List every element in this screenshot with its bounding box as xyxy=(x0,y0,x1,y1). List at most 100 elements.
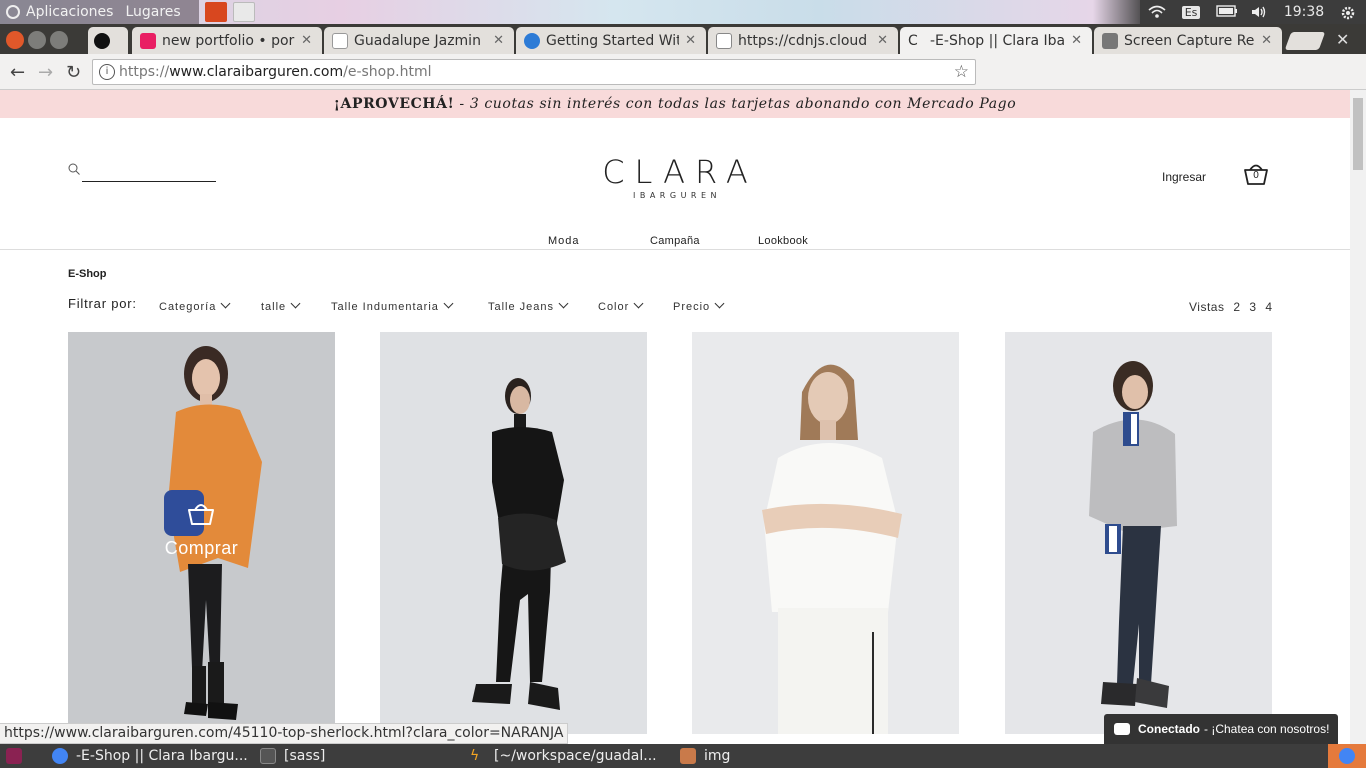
tab-title: https://cdnjs.cloud xyxy=(738,32,868,49)
sublime-icon: ϟ xyxy=(470,748,480,764)
forward-arrow-icon[interactable]: → xyxy=(38,62,53,83)
taskbar-terminal-window[interactable]: [sass] xyxy=(260,744,325,768)
cart-count: 0 xyxy=(1253,170,1259,181)
chevron-down-icon xyxy=(558,298,569,309)
search-input[interactable] xyxy=(82,181,216,182)
os-top-panel: Aplicaciones Lugares Es 19:38 xyxy=(0,0,1366,24)
logo-main: CLARA xyxy=(602,153,758,191)
taskbar-editor-window[interactable]: ϟ [~/workspace/guadal... xyxy=(470,744,657,768)
spotify-icon xyxy=(94,32,110,49)
nav-campana[interactable]: Campaña xyxy=(650,235,700,247)
filter-talle-indumentaria[interactable]: Talle Indumentaria xyxy=(331,298,454,313)
filter-categoria[interactable]: Categoría xyxy=(159,298,231,313)
brand-logo[interactable]: CLARA IBARGUREN xyxy=(575,153,775,200)
filter-label: Filtrar por: xyxy=(68,296,137,311)
tab-title: Screen Capture Res xyxy=(1124,32,1256,49)
filter-talle-jeans[interactable]: Talle Jeans xyxy=(488,298,569,313)
tab-close-icon[interactable]: ✕ xyxy=(1071,33,1082,48)
menu-lugares[interactable]: Lugares xyxy=(125,4,180,20)
taskbar-item-label: [sass] xyxy=(284,748,326,764)
tab-close-icon[interactable]: ✕ xyxy=(685,33,696,48)
nav-lookbook[interactable]: Lookbook xyxy=(758,235,808,247)
wifi-icon[interactable] xyxy=(1148,5,1166,19)
window-maximize-button[interactable] xyxy=(50,31,68,49)
os-menu[interactable]: Aplicaciones Lugares xyxy=(0,0,199,24)
product-image-3 xyxy=(762,364,902,734)
tab-close-icon[interactable]: ✕ xyxy=(301,33,312,48)
view-4-button[interactable]: 4 xyxy=(1265,300,1272,314)
chat-message: - ¡Chatea con nosotros! xyxy=(1204,722,1330,736)
quick-buy-overlay[interactable]: Comprar xyxy=(68,332,335,734)
tab-close-icon[interactable]: ✕ xyxy=(493,33,504,48)
tab-close-icon[interactable]: ✕ xyxy=(877,33,888,48)
shopping-cart-button[interactable]: 0 xyxy=(1242,160,1270,186)
tab-getting-started[interactable]: Getting Started Wit ✕ xyxy=(516,27,706,54)
tab-spotify[interactable] xyxy=(88,27,128,54)
scrollbar-thumb[interactable] xyxy=(1353,98,1363,170)
volume-icon[interactable] xyxy=(1250,5,1268,19)
chevron-down-icon xyxy=(290,298,301,309)
tab-new-portfolio[interactable]: new portfolio • por ✕ xyxy=(132,27,322,54)
filter-talle-jeans-label: Talle Jeans xyxy=(488,301,555,313)
reload-icon[interactable]: ↻ xyxy=(66,62,81,83)
search-icon[interactable] xyxy=(68,163,80,175)
tab-guadalupe[interactable]: Guadalupe Jazmin ✕ xyxy=(324,27,514,54)
taskbar-chrome-notify[interactable] xyxy=(1328,744,1366,768)
view-2-button[interactable]: 2 xyxy=(1233,300,1240,314)
tab-title: Guadalupe Jazmin xyxy=(354,32,481,49)
window-controls xyxy=(6,31,68,49)
chevron-down-icon xyxy=(443,298,454,309)
camera-icon xyxy=(1102,32,1118,49)
filter-precio[interactable]: Precio xyxy=(673,298,725,313)
battery-icon[interactable] xyxy=(1216,5,1238,19)
chevron-down-icon xyxy=(714,298,725,309)
tab-eshop-active[interactable]: C -E-Shop || Clara Ibar ✕ xyxy=(900,27,1092,54)
show-desktop-button[interactable] xyxy=(6,744,30,768)
chevron-down-icon xyxy=(633,298,644,309)
keyboard-layout-indicator[interactable]: Es xyxy=(1181,5,1201,19)
product-card-1[interactable]: Comprar xyxy=(68,332,335,734)
nav-moda[interactable]: Moda xyxy=(548,235,580,247)
tab-screen-capture[interactable]: Screen Capture Res ✕ xyxy=(1094,27,1282,54)
clock[interactable]: 19:38 xyxy=(1284,4,1324,20)
view-3-button[interactable]: 3 xyxy=(1249,300,1256,314)
tab-favicon-icon: C xyxy=(908,32,918,49)
back-arrow-icon[interactable]: ← xyxy=(10,62,25,83)
bookmark-star-icon[interactable]: ☆ xyxy=(954,62,969,82)
new-tab-button[interactable] xyxy=(1284,32,1326,50)
panda-icon xyxy=(332,32,348,49)
product-card-2[interactable] xyxy=(380,332,647,734)
filter-color[interactable]: Color xyxy=(598,298,644,313)
window-close-button[interactable] xyxy=(6,31,24,49)
product-card-3[interactable] xyxy=(692,332,959,734)
tab-title: new portfolio • por xyxy=(162,32,295,49)
desktop-icon xyxy=(6,748,22,764)
window-minimize-button[interactable] xyxy=(28,31,46,49)
launcher-app-icon[interactable] xyxy=(204,2,227,22)
comprar-button[interactable]: Comprar xyxy=(68,538,335,559)
taskbar-folder-window[interactable]: img xyxy=(680,744,730,768)
filter-color-label: Color xyxy=(598,301,630,313)
site-info-icon[interactable]: i xyxy=(99,64,115,80)
product-image-4 xyxy=(1089,361,1177,708)
address-bar[interactable]: i https://www.claraibarguren.com/e-shop.… xyxy=(92,59,976,85)
tab-cdnjs[interactable]: https://cdnjs.cloud ✕ xyxy=(708,27,898,54)
main-navigation: Moda Campaña Lookbook xyxy=(0,228,1350,250)
url-host: www.claraibarguren.com xyxy=(169,64,344,80)
settings-gear-icon[interactable] xyxy=(1340,5,1358,20)
product-card-4[interactable] xyxy=(1005,332,1272,734)
page-scrollbar[interactable] xyxy=(1350,90,1366,744)
menu-aplicaciones[interactable]: Aplicaciones xyxy=(26,4,113,20)
chat-widget[interactable]: Conectado - ¡Chatea con nosotros! xyxy=(1104,714,1338,744)
tab-close-icon[interactable]: ✕ xyxy=(1261,33,1272,48)
tab-title: -E-Shop || Clara Ibar xyxy=(930,32,1066,49)
filter-talle[interactable]: talle xyxy=(261,298,301,313)
window-close-x-icon[interactable]: ✕ xyxy=(1336,30,1349,49)
link-status-bubble: https://www.claraibarguren.com/45110-top… xyxy=(0,723,569,744)
taskbar-chrome-window[interactable]: -E-Shop || Clara Ibargu... xyxy=(52,744,248,768)
breadcrumb: E-Shop xyxy=(68,268,107,280)
login-link[interactable]: Ingresar xyxy=(1162,170,1206,184)
launcher-editor-icon[interactable] xyxy=(232,2,255,22)
tab-favicon-icon xyxy=(140,32,156,49)
filter-talle-indumentaria-label: Talle Indumentaria xyxy=(331,301,439,313)
